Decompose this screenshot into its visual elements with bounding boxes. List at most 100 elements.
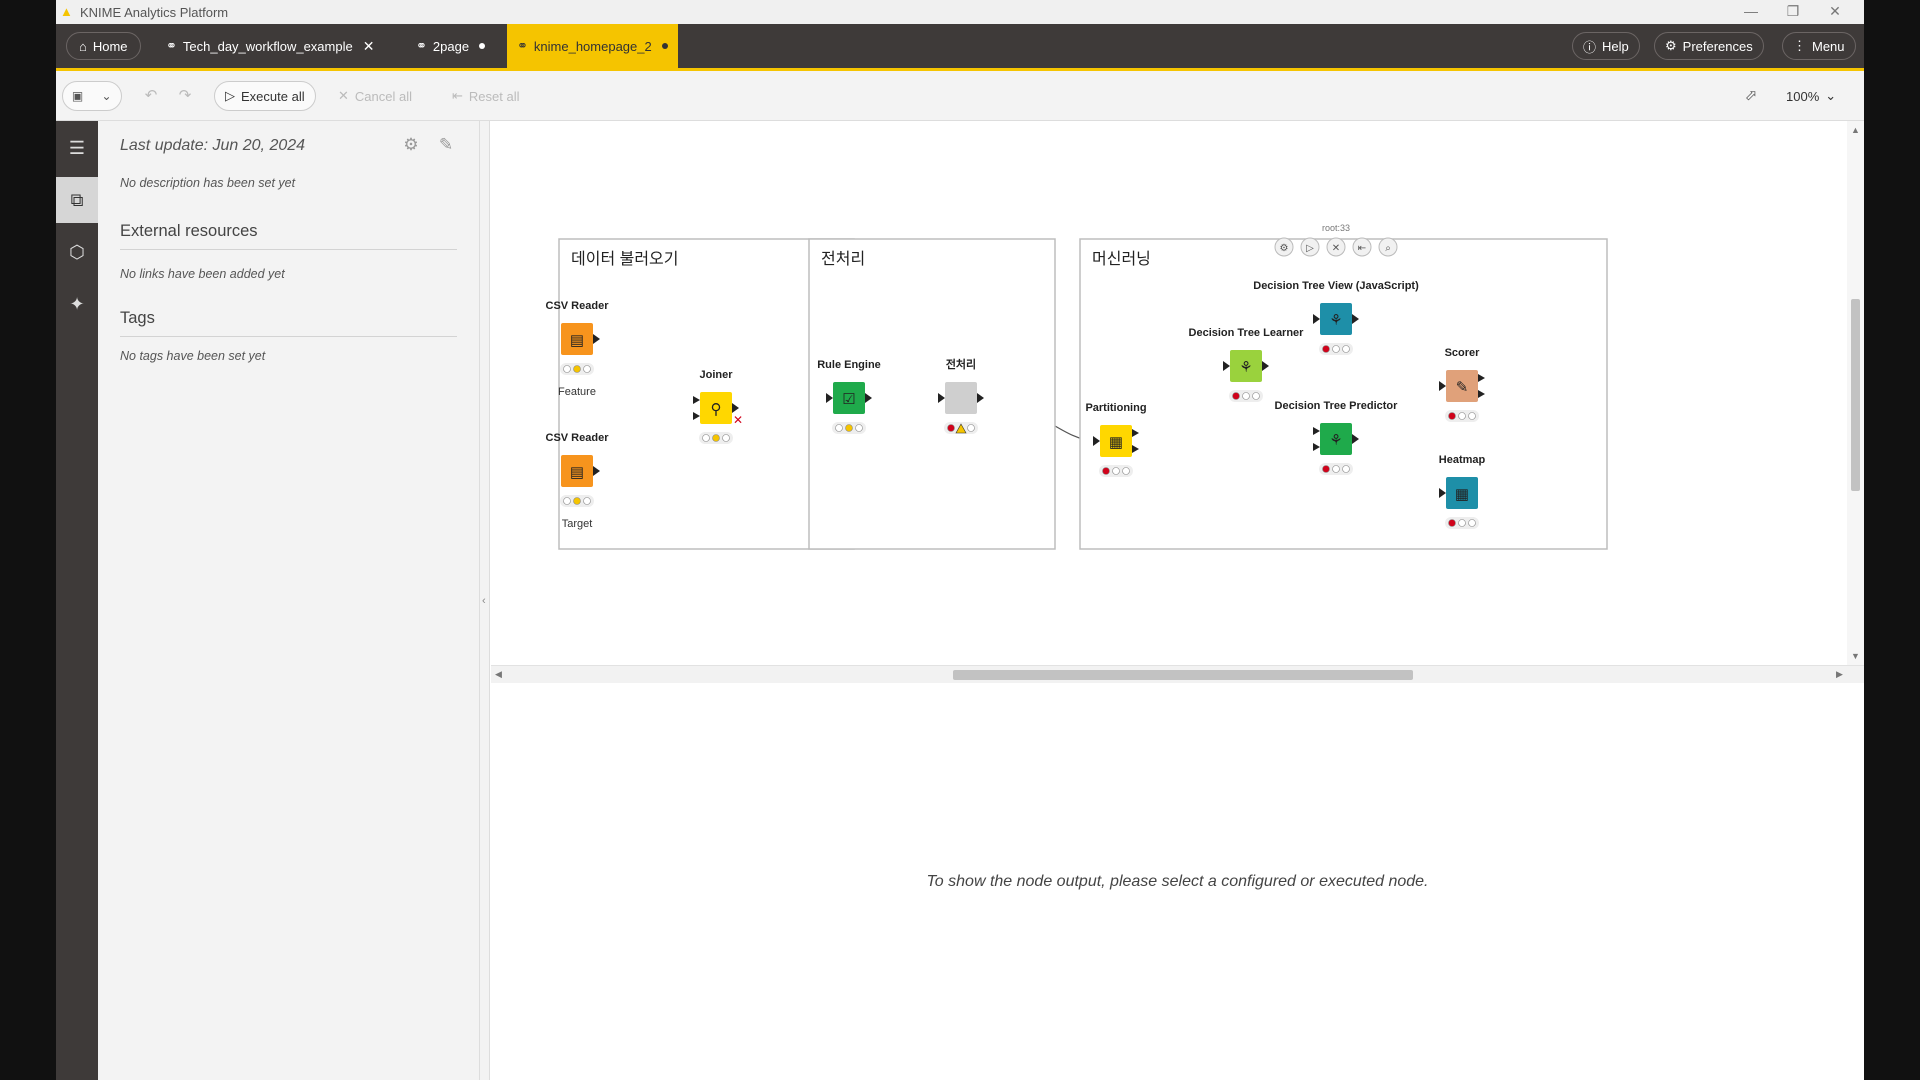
preferences-button-label: Preferences [1682,38,1753,54]
node-name: Scorer [1445,347,1481,359]
node-name: CSV Reader [546,432,610,444]
rail-space-explorer-icon[interactable]: ⧉ [56,177,98,223]
execute-all-button[interactable]: ▷ Execute all [214,81,316,111]
status-dot [1468,519,1476,527]
annotation-title: 머신러닝 [1092,250,1151,268]
unsaved-dot-icon [661,43,668,49]
rail-description-icon[interactable]: ☰ [56,125,98,171]
node-status-traffic-light [699,432,733,444]
tags-heading: Tags [120,309,155,327]
node-name: Joiner [699,369,733,381]
canvas-horizontal-scrollbar[interactable]: ◀ ▶ [491,665,1864,683]
node-status-traffic-light [560,363,594,375]
status-dot [583,497,591,505]
workflow-canvas[interactable]: 데이터 불러오기 전처리 머신러닝 CSV Reader ▤ Feature CSV Rea… [491,121,1864,665]
menu-button[interactable]: ⋮ Menu [1782,32,1856,60]
restore-button[interactable]: ❐ [1778,0,1808,24]
execute-all-label: Execute all [241,88,305,104]
edit-pencil-icon[interactable]: ✎ [435,135,457,157]
tab-close-icon[interactable]: ✕ [363,38,375,55]
tab-2page[interactable]: ⚭ 2page [406,24,495,68]
status-dot [845,424,853,432]
view-icon-glyph: ⌕ [1385,243,1391,254]
save-split-button[interactable]: ▣ ⌄ [62,81,122,111]
collapse-chevron-icon[interactable]: ‹ [482,595,486,607]
status-dot [1448,412,1456,420]
status-dot [1242,392,1250,400]
scroll-down-icon[interactable]: ▼ [1851,651,1860,661]
execute-icon: ▷ [225,88,235,103]
minimize-button[interactable]: — [1736,0,1766,24]
status-dot [563,365,571,373]
configure-icon-glyph: ⚙ [1280,243,1289,254]
cancel-icon: ✕ [338,88,349,103]
status-dot [855,424,863,432]
divider [120,249,457,250]
rail-ai-assistant-icon[interactable]: ✦ [56,281,98,327]
chevron-down-icon[interactable]: ⌄ [92,82,121,110]
settings-gear-icon[interactable]: ⚙ [400,135,422,157]
rail-node-repository-icon[interactable]: ⬡ [56,229,98,275]
help-button[interactable]: ⓘ Help [1572,32,1640,60]
node-status-traffic-light [560,495,594,507]
status-dot [1322,465,1330,473]
reset-all-button[interactable]: ⇤ Reset all [442,81,529,111]
annotation-title: 전처리 [821,250,865,268]
scrollbar-thumb[interactable] [953,670,1413,680]
status-dot [1252,392,1260,400]
tags-empty-text: No tags have been set yet [120,349,266,363]
node-status-traffic-light [832,422,866,434]
tab-tech-day-workflow[interactable]: ⚭ Tech_day_workflow_example ✕ [156,24,384,68]
reset-icon-glyph: ⇤ [1358,243,1366,254]
status-dot [1458,519,1466,527]
node-status-traffic-light [1445,410,1479,422]
save-icon[interactable]: ▣ [63,82,92,110]
scrollbar-thumb[interactable] [1851,299,1860,491]
tab-label: Tech_day_workflow_example [182,38,353,54]
status-dot [712,434,720,442]
node-id-label: root:33 [1322,223,1350,233]
window-title: KNIME Analytics Platform [80,4,229,20]
status-dot [573,497,581,505]
status-dot [1468,412,1476,420]
workflow-icon: ⚭ [416,38,427,53]
outer-frame-right [1864,0,1920,1080]
workflow-icon: ⚭ [517,38,528,53]
status-dot [1342,465,1350,473]
annotation-title: 데이터 불러오기 [571,250,679,268]
knime-app-window: ▲ KNIME Analytics Platform — ❐ ✕ ⌂ Home … [56,0,1864,1080]
home-icon: ⌂ [79,38,87,54]
panel-splitter[interactable]: ‹ [480,121,490,1080]
node-name: Decision Tree Predictor [1275,400,1399,412]
tab-knime-homepage-2[interactable]: ⚭ knime_homepage_2 [507,24,678,68]
home-button[interactable]: ⌂ Home [66,32,141,60]
outer-frame-left [0,0,56,1080]
node-name: Decision Tree View (JavaScript) [1253,280,1419,292]
canvas-vertical-scrollbar[interactable]: ▲ ▼ [1847,121,1864,665]
external-resources-empty-text: No links have been added yet [120,267,285,281]
node-status-traffic-light [1445,517,1479,529]
gear-icon: ⚙ [1665,38,1677,53]
redo-icon[interactable]: ↷ [170,81,200,111]
status-dot [1342,345,1350,353]
preferences-button[interactable]: ⚙ Preferences [1654,32,1764,60]
scroll-left-icon[interactable]: ◀ [495,669,502,680]
undo-icon[interactable]: ↶ [136,81,166,111]
zoom-dropdown[interactable]: 100% ⌄ [1776,81,1846,111]
cancel-all-button[interactable]: ✕ Cancel all [328,81,422,111]
status-dot [573,365,581,373]
pointer-mode-icon[interactable]: ⬀ [1736,81,1766,111]
status-dot [1112,467,1120,475]
description-empty-text: No description has been set yet [120,176,296,190]
status-dot [947,424,955,432]
more-vertical-icon: ⋮ [1793,38,1806,53]
scroll-up-icon[interactable]: ▲ [1851,125,1860,135]
zoom-level: 100% [1786,88,1820,104]
execute-icon-glyph: ▷ [1306,243,1314,254]
node-icon: ⚘ [1329,312,1342,329]
status-dot [583,365,591,373]
scroll-right-icon[interactable]: ▶ [1836,669,1843,680]
close-window-button[interactable]: ✕ [1820,0,1850,24]
help-button-label: Help [1602,38,1629,54]
reset-all-label: Reset all [468,88,520,104]
